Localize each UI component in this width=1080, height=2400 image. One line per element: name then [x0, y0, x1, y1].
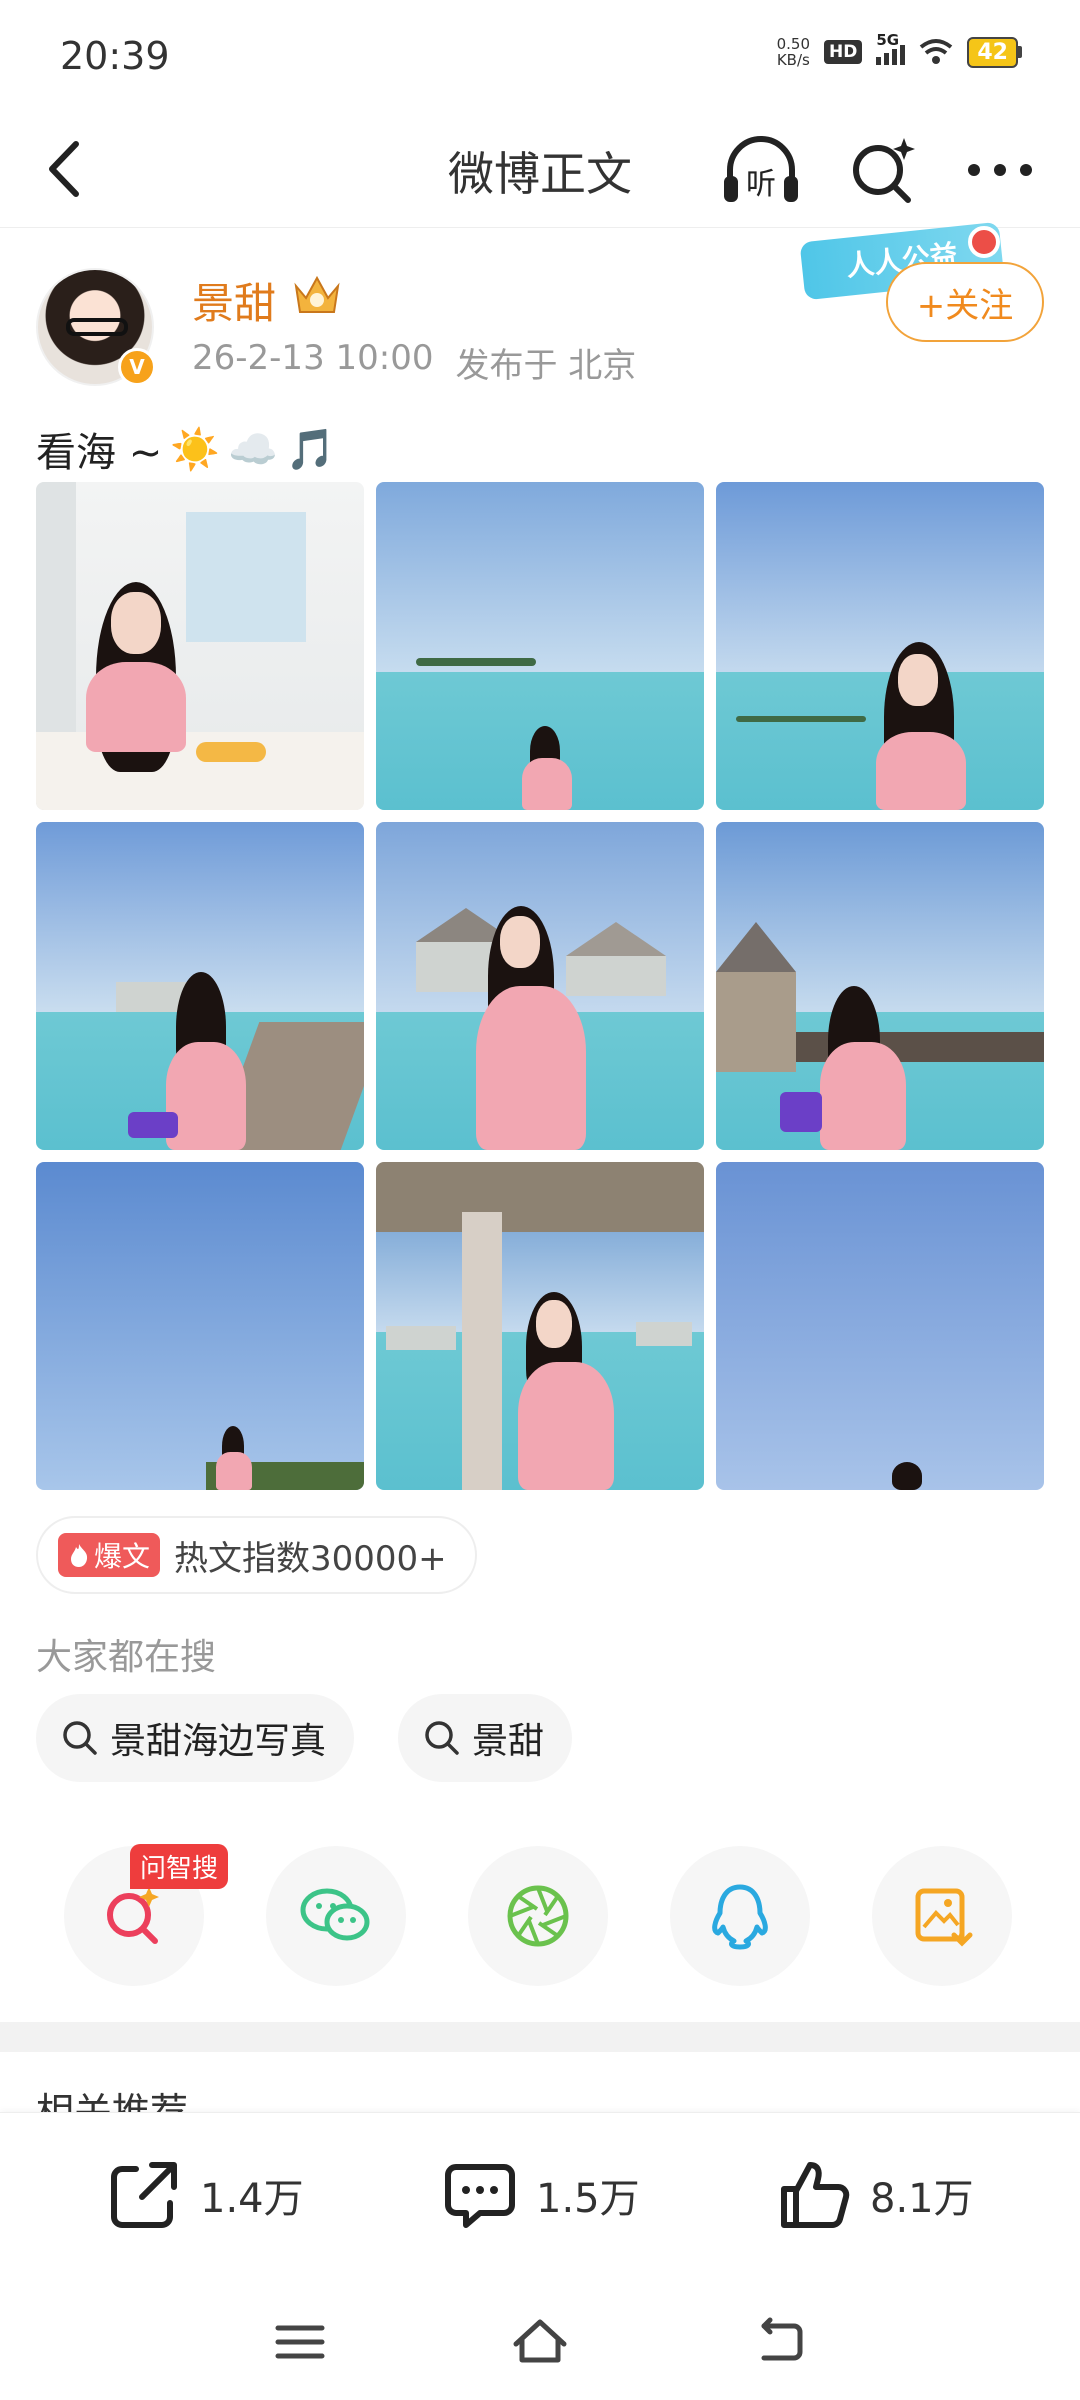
repost-count: 1.4万	[200, 2176, 304, 2222]
post-text-content: 看海 ~	[36, 430, 163, 476]
post-meta: 26-2-13 10:00 发布于 北京	[192, 338, 636, 387]
home-icon[interactable]	[510, 2312, 570, 2372]
nav-bar: 微博正文 听	[0, 110, 1080, 228]
photo-7[interactable]	[36, 1162, 364, 1490]
photo-3[interactable]	[716, 482, 1044, 810]
ai-search-icon	[107, 1887, 159, 1944]
share-wechat-button[interactable]	[266, 1846, 406, 1986]
comment-icon	[445, 2164, 515, 2228]
signal-icon: 5G	[876, 31, 906, 65]
thumbs-up-icon	[781, 2162, 850, 2228]
save-image-icon	[915, 1888, 973, 1947]
hot-index-text: 热文指数30000+	[174, 1538, 447, 1579]
weibo-logo-icon	[968, 226, 1000, 258]
post-location: 发布于 北京	[455, 346, 637, 386]
photo-2[interactable]	[376, 482, 704, 810]
cloud-emoji-icon: ☁️	[228, 426, 278, 473]
photo-9[interactable]	[716, 1162, 1044, 1490]
sun-emoji-icon: ☀️	[170, 426, 221, 473]
comment-button[interactable]: 1.5万	[442, 2157, 640, 2233]
verified-badge: V	[118, 348, 156, 386]
wifi-icon	[920, 39, 953, 64]
fire-icon	[71, 1544, 88, 1567]
repost-button[interactable]: 1.4万	[106, 2157, 304, 2233]
search-chip-1[interactable]: 景甜海边写真	[36, 1694, 355, 1782]
post-text: 看海 ~ ☀️ ☁️ 🎵	[36, 420, 336, 478]
trending-search-title: 大家都在搜	[36, 1637, 217, 1678]
photo-6[interactable]	[716, 822, 1044, 1150]
status-icons: 0.50 KB/s HD 5G 42	[777, 31, 1022, 68]
battery-level: 42	[967, 36, 1018, 68]
network-type: 5G	[876, 31, 900, 49]
status-bar: 20:39 0.50 KB/s HD 5G 42	[0, 0, 1080, 110]
wechat-icon	[300, 1888, 370, 1941]
search-chip-2[interactable]: 景甜	[398, 1694, 573, 1782]
search-chip-label: 景甜海边写真	[110, 1721, 327, 1762]
share-qq-button[interactable]	[670, 1846, 810, 1986]
post-date: 26-2-13 10:00	[192, 338, 434, 378]
ai-search-icon[interactable]	[846, 130, 918, 210]
status-time: 20:39	[60, 34, 170, 78]
section-divider	[0, 2022, 1080, 2052]
network-speed-value: 0.50	[776, 35, 811, 53]
listen-headphones-icon[interactable]: 听	[718, 130, 804, 210]
share-moments-button[interactable]	[468, 1846, 608, 1986]
photo-8[interactable]	[376, 1162, 704, 1490]
photo-5[interactable]	[376, 822, 704, 1150]
author-name[interactable]: 景甜	[192, 270, 276, 331]
follow-button[interactable]: +关注	[886, 262, 1044, 342]
more-options-icon[interactable]	[960, 130, 1040, 210]
like-count: 8.1万	[870, 2176, 974, 2222]
system-nav-bar	[0, 2282, 1080, 2400]
photo-grid	[36, 482, 1044, 1490]
listen-label: 听	[746, 167, 776, 202]
search-chip-label: 景甜	[472, 1721, 545, 1762]
moments-aperture-icon	[507, 1885, 569, 1947]
related-recommendations-title: 相关推荐	[36, 2090, 189, 2112]
network-speed: 0.50 KB/s	[777, 36, 810, 68]
network-speed-unit: KB/s	[776, 51, 810, 69]
hd-icon: HD	[824, 40, 863, 64]
action-bar: 1.4万 1.5万 8.1万	[0, 2112, 1080, 2282]
comment-count: 1.5万	[536, 2176, 640, 2222]
ask-ai-badge: 问智搜	[130, 1844, 229, 1889]
crown-icon[interactable]	[290, 270, 344, 320]
battery-icon: 42	[967, 36, 1022, 68]
like-button[interactable]: 8.1万	[776, 2157, 974, 2233]
hot-index-tag[interactable]: 爆文 热文指数30000+	[36, 1516, 477, 1594]
music-note-emoji-icon: 🎵	[285, 426, 336, 473]
back-icon[interactable]	[750, 2312, 810, 2372]
page-title: 微博正文	[448, 147, 632, 201]
qq-penguin-icon	[712, 1884, 768, 1950]
hot-badge-label: 爆文	[94, 1540, 151, 1573]
save-image-button[interactable]	[872, 1846, 1012, 1986]
hot-badge: 爆文	[58, 1533, 161, 1577]
search-icon	[63, 1721, 97, 1755]
photo-1[interactable]	[36, 482, 364, 810]
photo-4[interactable]	[36, 822, 364, 1150]
search-icon	[425, 1721, 459, 1755]
repost-icon	[111, 2162, 177, 2228]
menu-icon[interactable]	[270, 2312, 330, 2372]
